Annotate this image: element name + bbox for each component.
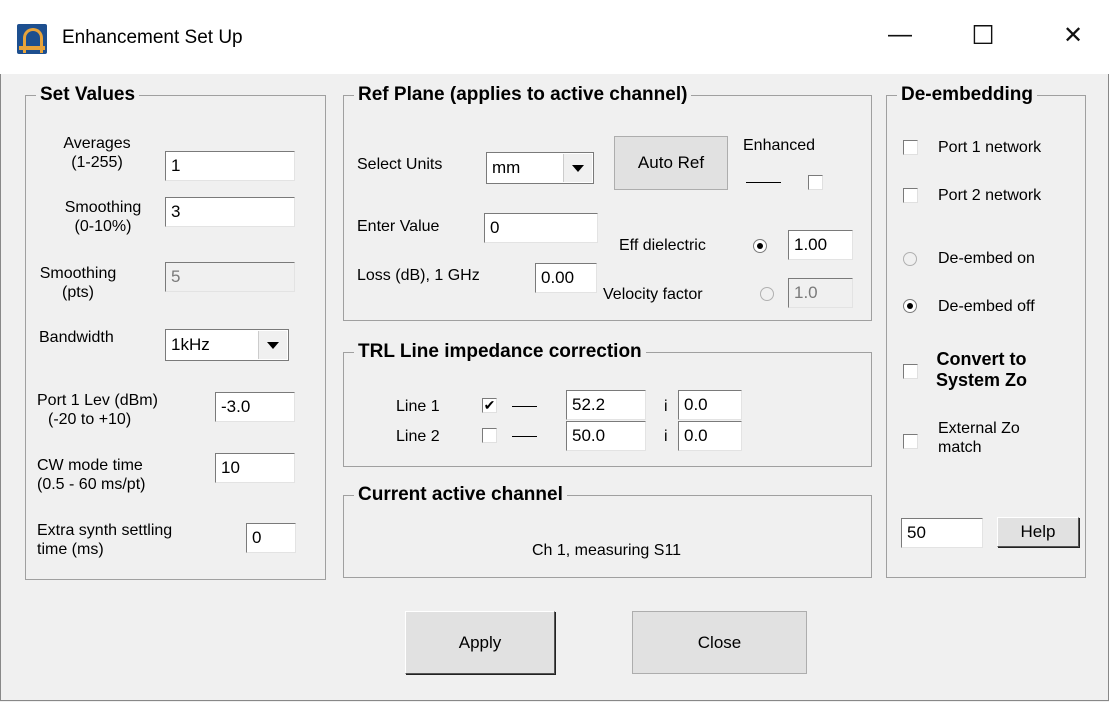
units-value: mm <box>492 158 521 177</box>
maximize-button[interactable]: ☐ <box>957 10 1009 60</box>
set-values-legend: Set Values <box>40 84 136 105</box>
loss-input[interactable]: 0.00 <box>535 263 597 293</box>
line2-label: Line 2 <box>396 428 440 445</box>
port2-network-checkbox[interactable] <box>903 188 918 203</box>
eff-dielectric-radio[interactable] <box>753 239 767 253</box>
averages-input[interactable]: 1 <box>165 151 295 181</box>
deembed-on-radio[interactable] <box>903 252 917 266</box>
convert-system-zo-label: Convert to System Zo <box>936 349 1028 390</box>
enhanced-dash <box>746 182 781 183</box>
apply-button[interactable]: Apply <box>405 611 555 674</box>
external-zo-checkbox[interactable] <box>903 434 918 449</box>
enhanced-checkbox[interactable] <box>808 175 823 190</box>
port2-network-label: Port 2 network <box>938 187 1042 204</box>
bandwidth-select[interactable]: 1kHz <box>165 329 289 361</box>
active-channel-text: Ch 1, measuring S11 <box>531 542 682 559</box>
port1-network-label: Port 1 network <box>938 139 1042 156</box>
deembedding-group: De-embedding <box>886 84 1086 578</box>
port1-network-checkbox[interactable] <box>903 140 918 155</box>
smoothing-percent-input[interactable]: 3 <box>165 197 295 227</box>
line1-label: Line 1 <box>396 398 440 415</box>
help-button[interactable]: Help <box>997 517 1079 547</box>
line1-imag-symbol: i <box>664 398 668 415</box>
deembed-off-radio[interactable] <box>903 299 917 313</box>
close-window-button[interactable]: ✕ <box>1047 10 1099 60</box>
chevron-down-icon <box>258 331 287 359</box>
trl-legend: TRL Line impedance correction <box>358 341 642 362</box>
cw-mode-time-input[interactable]: 10 <box>215 453 295 483</box>
line2-real-input[interactable]: 50.0 <box>566 421 646 451</box>
close-button[interactable]: Close <box>632 611 807 674</box>
line1-real-input[interactable]: 52.2 <box>566 390 646 420</box>
enhanced-label: Enhanced <box>743 137 816 154</box>
loss-label: Loss (dB), 1 GHz <box>357 267 480 284</box>
smoothing-points-input[interactable]: 5 <box>165 262 295 292</box>
velocity-factor-radio[interactable] <box>760 287 774 301</box>
averages-label: Averages (1-255) <box>63 135 131 171</box>
select-units-label: Select Units <box>357 156 443 173</box>
close-icon: ✕ <box>1062 21 1084 49</box>
convert-system-zo-checkbox[interactable] <box>903 364 918 379</box>
auto-ref-button[interactable]: Auto Ref <box>614 136 728 190</box>
maximize-icon: ☐ <box>971 19 995 50</box>
line2-checkbox[interactable] <box>482 428 497 443</box>
minimize-icon: — <box>888 21 912 48</box>
units-select[interactable]: mm <box>486 152 594 184</box>
eff-dielectric-label: Eff dielectric <box>619 237 706 254</box>
chevron-down-icon <box>563 154 592 182</box>
active-channel-group: Current active channel <box>343 484 872 578</box>
extra-settling-label: Extra synth settling time (ms) <box>37 522 173 558</box>
velocity-factor-label: Velocity factor <box>603 286 703 303</box>
line1-dash <box>512 406 537 407</box>
line2-dash <box>512 436 537 437</box>
window-title: Enhancement Set Up <box>62 27 243 48</box>
extra-settling-input[interactable]: 0 <box>246 523 296 553</box>
line2-imag-symbol: i <box>664 428 668 445</box>
bandwidth-value: 1kHz <box>171 335 210 354</box>
velocity-factor-input[interactable]: 1.0 <box>788 278 853 308</box>
active-channel-legend: Current active channel <box>358 484 563 505</box>
port1-level-label: Port 1 Lev (dBm) (-20 to +10) <box>37 392 158 428</box>
line1-checkbox[interactable]: ✔ <box>482 398 497 413</box>
bandwidth-label: Bandwidth <box>39 329 114 346</box>
ref-plane-legend: Ref Plane (applies to active channel) <box>358 84 688 105</box>
eff-dielectric-input[interactable]: 1.00 <box>788 230 853 260</box>
deembedding-legend: De-embedding <box>901 84 1033 105</box>
enter-value-input[interactable]: 0 <box>484 213 598 243</box>
line1-imag-input[interactable]: 0.0 <box>678 390 742 420</box>
deembed-on-label: De-embed on <box>938 250 1035 267</box>
external-zo-label: External Zo match <box>938 420 1020 456</box>
minimize-button[interactable]: — <box>874 10 926 60</box>
app-icon <box>17 24 47 54</box>
enter-value-label: Enter Value <box>357 218 440 235</box>
zo-value-input[interactable]: 50 <box>901 518 983 548</box>
deembed-off-label: De-embed off <box>938 298 1035 315</box>
port1-level-input[interactable]: -3.0 <box>215 392 295 422</box>
smoothing-percent-label: Smoothing (0-10%) <box>64 199 142 235</box>
smoothing-points-label: Smoothing (pts) <box>39 265 117 301</box>
cw-mode-time-label: CW mode time (0.5 - 60 ms/pt) <box>37 457 146 493</box>
line2-imag-input[interactable]: 0.0 <box>678 421 742 451</box>
title-bar: Enhancement Set Up — ☐ ✕ <box>0 0 1109 74</box>
